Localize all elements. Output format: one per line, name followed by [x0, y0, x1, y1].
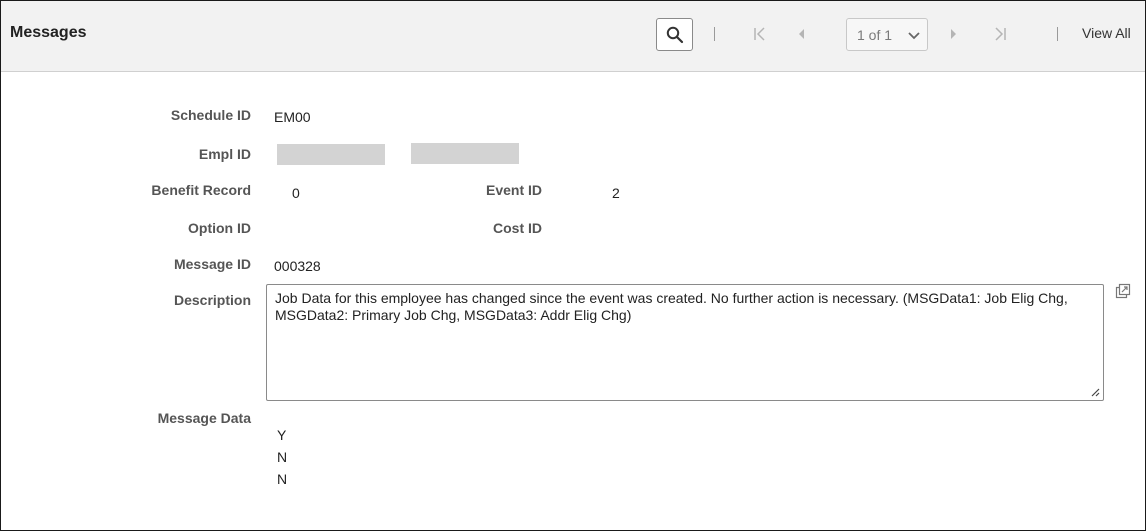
- message-data-value-3: N: [277, 471, 288, 487]
- panel-title: Messages: [10, 24, 87, 41]
- description-text: Job Data for this employee has changed s…: [275, 290, 1068, 323]
- option-id-label: Option ID: [188, 220, 251, 236]
- next-page-icon[interactable]: [949, 26, 959, 42]
- event-id-value: 2: [612, 185, 620, 201]
- benefit-record-label: Benefit Record: [151, 182, 251, 198]
- message-data-label: Message Data: [157, 410, 251, 426]
- search-icon: [666, 26, 684, 44]
- page-indicator: 1 of 1: [857, 27, 893, 43]
- expand-text-icon[interactable]: [1115, 283, 1131, 299]
- message-data-value-2: N: [277, 449, 288, 465]
- benefit-record-value: 0: [292, 185, 300, 201]
- cost-id-label: Cost ID: [493, 220, 542, 236]
- messages-panel: Messages 1 of 1 View All Schedule ID EM0…: [0, 0, 1146, 531]
- description-textarea[interactable]: Job Data for this employee has changed s…: [266, 284, 1104, 401]
- separator: [1057, 27, 1058, 41]
- search-button[interactable]: [656, 18, 693, 51]
- page-select[interactable]: 1 of 1: [846, 18, 928, 51]
- view-all-link[interactable]: View All: [1082, 25, 1131, 41]
- message-id-label: Message ID: [173, 256, 251, 272]
- message-data-value-1: Y: [277, 427, 287, 443]
- schedule-id-value: EM00: [274, 109, 311, 125]
- empl-id-redaction: [277, 144, 385, 165]
- last-page-icon[interactable]: [993, 26, 1007, 42]
- first-page-icon[interactable]: [753, 26, 767, 42]
- separator: [714, 27, 715, 41]
- previous-page-icon[interactable]: [796, 26, 806, 42]
- description-label: Description: [173, 292, 251, 308]
- message-id-value: 000328: [274, 258, 321, 274]
- empl-name-redaction: [411, 143, 519, 164]
- resize-handle-icon[interactable]: [1090, 387, 1100, 397]
- grid-header: Messages 1 of 1 View All: [1, 1, 1145, 72]
- event-id-label: Event ID: [485, 182, 542, 198]
- chevron-down-icon: [908, 32, 920, 40]
- empl-id-label: Empl ID: [198, 146, 251, 162]
- schedule-id-label: Schedule ID: [170, 107, 251, 123]
